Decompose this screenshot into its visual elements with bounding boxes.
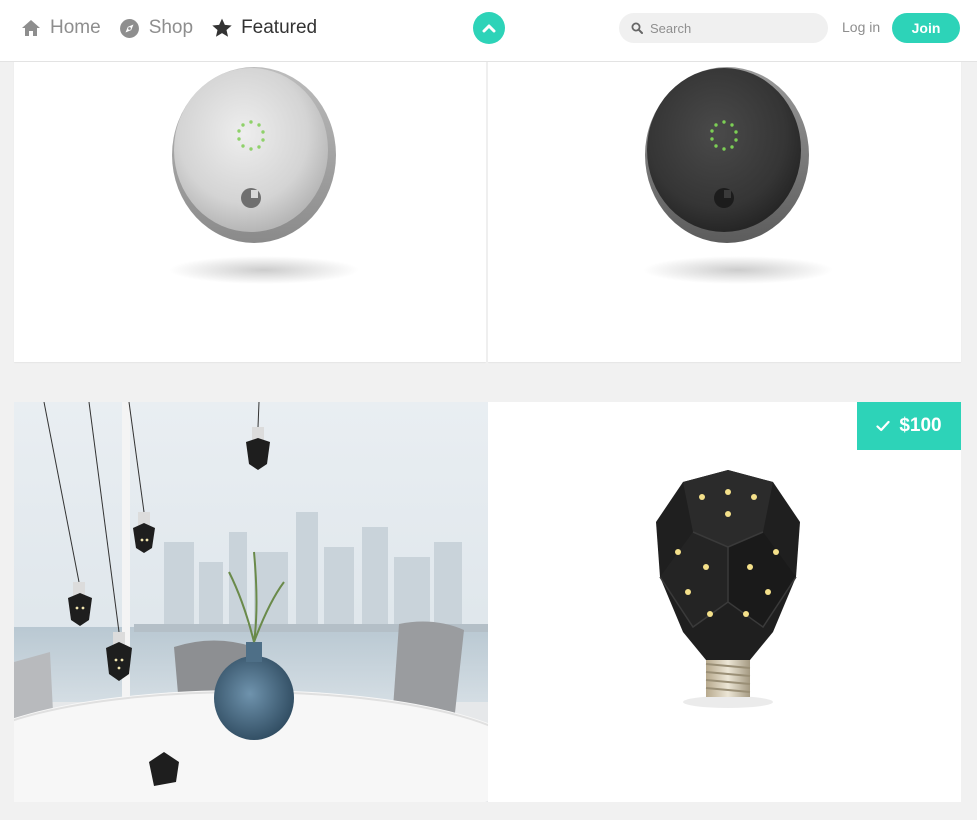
chevron-up-icon xyxy=(482,23,496,33)
login-link[interactable]: Log in xyxy=(842,19,880,35)
star-icon xyxy=(211,17,233,39)
checkmark-icon xyxy=(876,420,890,432)
price-badge: $100 xyxy=(857,402,961,450)
compass-icon xyxy=(119,17,141,39)
product-card[interactable]: $100 xyxy=(488,402,961,802)
search-box xyxy=(619,13,828,43)
price-label: $100 xyxy=(899,415,942,436)
nav-featured-label: Featured xyxy=(241,17,318,38)
home-icon xyxy=(20,17,42,39)
search-input[interactable] xyxy=(650,20,820,36)
nav-featured[interactable]: Featured xyxy=(211,17,317,39)
nav-shop[interactable]: Shop xyxy=(119,17,193,39)
search-icon xyxy=(631,22,643,34)
top-navigation-bar: Home Shop Featured Log in Join xyxy=(0,0,977,62)
scroll-to-top-button[interactable] xyxy=(473,12,505,44)
main-nav: Home Shop Featured xyxy=(20,0,335,56)
nav-shop-label: Shop xyxy=(148,17,194,38)
dodecahedron-bulb-image xyxy=(656,470,800,708)
join-button[interactable]: Join xyxy=(892,13,960,43)
pendant-bulbs-scene-image xyxy=(14,402,488,802)
nav-home-label: Home xyxy=(50,17,101,38)
nav-home[interactable]: Home xyxy=(20,17,101,39)
product-card[interactable] xyxy=(14,402,488,802)
